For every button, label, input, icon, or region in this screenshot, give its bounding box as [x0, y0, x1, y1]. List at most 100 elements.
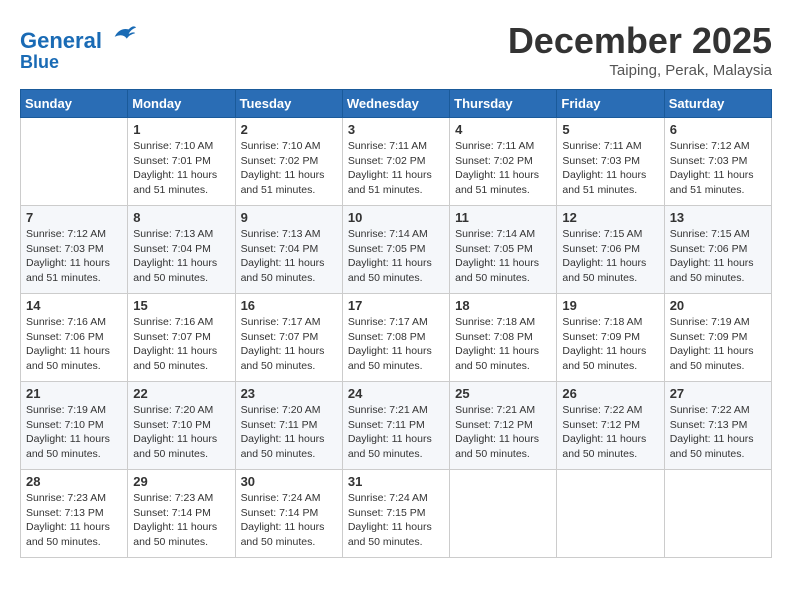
- day-info: Sunrise: 7:21 AMSunset: 7:12 PMDaylight:…: [455, 403, 551, 462]
- day-number: 6: [670, 122, 766, 137]
- day-info: Sunrise: 7:17 AMSunset: 7:08 PMDaylight:…: [348, 315, 444, 374]
- calendar-cell: 14 Sunrise: 7:16 AMSunset: 7:06 PMDayligh…: [21, 294, 128, 382]
- calendar-cell: 16 Sunrise: 7:17 AMSunset: 7:07 PMDayligh…: [235, 294, 342, 382]
- calendar-cell: 9 Sunrise: 7:13 AMSunset: 7:04 PMDaylight…: [235, 206, 342, 294]
- day-info: Sunrise: 7:12 AMSunset: 7:03 PMDaylight:…: [670, 139, 766, 198]
- calendar-header-row: SundayMondayTuesdayWednesdayThursdayFrid…: [21, 90, 772, 118]
- calendar-week-row: 1 Sunrise: 7:10 AMSunset: 7:01 PMDaylight…: [21, 118, 772, 206]
- day-info: Sunrise: 7:22 AMSunset: 7:13 PMDaylight:…: [670, 403, 766, 462]
- day-info: Sunrise: 7:12 AMSunset: 7:03 PMDaylight:…: [26, 227, 122, 286]
- calendar-cell: 15 Sunrise: 7:16 AMSunset: 7:07 PMDayligh…: [128, 294, 235, 382]
- day-info: Sunrise: 7:24 AMSunset: 7:14 PMDaylight:…: [241, 491, 337, 550]
- day-info: Sunrise: 7:13 AMSunset: 7:04 PMDaylight:…: [133, 227, 229, 286]
- day-info: Sunrise: 7:11 AMSunset: 7:02 PMDaylight:…: [455, 139, 551, 198]
- calendar-header-thursday: Thursday: [450, 90, 557, 118]
- day-number: 11: [455, 210, 551, 225]
- day-info: Sunrise: 7:20 AMSunset: 7:11 PMDaylight:…: [241, 403, 337, 462]
- calendar-cell: 30Sunrise: 7:24 AMSunset: 7:14 PMDayligh…: [235, 470, 342, 558]
- day-number: 31: [348, 474, 444, 489]
- day-info: Sunrise: 7:24 AMSunset: 7:15 PMDaylight:…: [348, 491, 444, 550]
- calendar-cell: 29Sunrise: 7:23 AMSunset: 7:14 PMDayligh…: [128, 470, 235, 558]
- day-number: 26: [562, 386, 658, 401]
- calendar-header-friday: Friday: [557, 90, 664, 118]
- location: Taiping, Perak, Malaysia: [508, 62, 772, 79]
- calendar-cell: 17Sunrise: 7:17 AMSunset: 7:08 PMDayligh…: [342, 294, 449, 382]
- calendar-cell: 11 Sunrise: 7:14 AMSunset: 7:05 PMDayligh…: [450, 206, 557, 294]
- calendar-cell: 23 Sunrise: 7:20 AMSunset: 7:11 PMDayligh…: [235, 382, 342, 470]
- logo-text: General: [20, 20, 138, 53]
- calendar-cell: 27Sunrise: 7:22 AMSunset: 7:13 PMDayligh…: [664, 382, 771, 470]
- day-info: Sunrise: 7:11 AMSunset: 7:03 PMDaylight:…: [562, 139, 658, 198]
- calendar-cell: 6 Sunrise: 7:12 AMSunset: 7:03 PMDaylight…: [664, 118, 771, 206]
- day-number: 5: [562, 122, 658, 137]
- day-info: Sunrise: 7:10 AMSunset: 7:02 PMDaylight:…: [241, 139, 337, 198]
- logo: General Blue: [20, 20, 138, 73]
- calendar-cell: 31 Sunrise: 7:24 AMSunset: 7:15 PMDayligh…: [342, 470, 449, 558]
- calendar-header-saturday: Saturday: [664, 90, 771, 118]
- calendar-header-monday: Monday: [128, 90, 235, 118]
- day-number: 10: [348, 210, 444, 225]
- day-info: Sunrise: 7:18 AMSunset: 7:08 PMDaylight:…: [455, 315, 551, 374]
- calendar-cell: [557, 470, 664, 558]
- day-number: 12: [562, 210, 658, 225]
- calendar-header-wednesday: Wednesday: [342, 90, 449, 118]
- day-info: Sunrise: 7:16 AMSunset: 7:06 PMDaylight:…: [26, 315, 122, 374]
- calendar-cell: 8Sunrise: 7:13 AMSunset: 7:04 PMDaylight…: [128, 206, 235, 294]
- day-number: 22: [133, 386, 229, 401]
- day-number: 14: [26, 298, 122, 313]
- calendar-cell: [21, 118, 128, 206]
- calendar-week-row: 7Sunrise: 7:12 AMSunset: 7:03 PMDaylight…: [21, 206, 772, 294]
- calendar-cell: 5 Sunrise: 7:11 AMSunset: 7:03 PMDaylight…: [557, 118, 664, 206]
- calendar-cell: 2 Sunrise: 7:10 AMSunset: 7:02 PMDaylight…: [235, 118, 342, 206]
- calendar-cell: 26 Sunrise: 7:22 AMSunset: 7:12 PMDayligh…: [557, 382, 664, 470]
- calendar-cell: 20Sunrise: 7:19 AMSunset: 7:09 PMDayligh…: [664, 294, 771, 382]
- day-info: Sunrise: 7:13 AMSunset: 7:04 PMDaylight:…: [241, 227, 337, 286]
- day-info: Sunrise: 7:20 AMSunset: 7:10 PMDaylight:…: [133, 403, 229, 462]
- calendar-cell: 19 Sunrise: 7:18 AMSunset: 7:09 PMDayligh…: [557, 294, 664, 382]
- calendar-cell: [664, 470, 771, 558]
- calendar-header-sunday: Sunday: [21, 90, 128, 118]
- day-number: 21: [26, 386, 122, 401]
- title-block: December 2025 Taiping, Perak, Malaysia: [508, 20, 772, 79]
- calendar-cell: 10Sunrise: 7:14 AMSunset: 7:05 PMDayligh…: [342, 206, 449, 294]
- day-number: 2: [241, 122, 337, 137]
- day-number: 1: [133, 122, 229, 137]
- day-number: 16: [241, 298, 337, 313]
- calendar-cell: 28Sunrise: 7:23 AMSunset: 7:13 PMDayligh…: [21, 470, 128, 558]
- calendar-cell: 12 Sunrise: 7:15 AMSunset: 7:06 PMDayligh…: [557, 206, 664, 294]
- calendar-cell: 25Sunrise: 7:21 AMSunset: 7:12 PMDayligh…: [450, 382, 557, 470]
- day-number: 19: [562, 298, 658, 313]
- calendar-cell: 3Sunrise: 7:11 AMSunset: 7:02 PMDaylight…: [342, 118, 449, 206]
- day-info: Sunrise: 7:15 AMSunset: 7:06 PMDaylight:…: [562, 227, 658, 286]
- day-number: 28: [26, 474, 122, 489]
- calendar-cell: [450, 470, 557, 558]
- calendar-table: SundayMondayTuesdayWednesdayThursdayFrid…: [20, 89, 772, 558]
- logo-bird-icon: [110, 20, 138, 48]
- day-number: 18: [455, 298, 551, 313]
- calendar-week-row: 14 Sunrise: 7:16 AMSunset: 7:06 PMDayligh…: [21, 294, 772, 382]
- calendar-cell: 7Sunrise: 7:12 AMSunset: 7:03 PMDaylight…: [21, 206, 128, 294]
- calendar-cell: 21 Sunrise: 7:19 AMSunset: 7:10 PMDayligh…: [21, 382, 128, 470]
- day-info: Sunrise: 7:14 AMSunset: 7:05 PMDaylight:…: [455, 227, 551, 286]
- day-number: 9: [241, 210, 337, 225]
- day-info: Sunrise: 7:18 AMSunset: 7:09 PMDaylight:…: [562, 315, 658, 374]
- day-info: Sunrise: 7:11 AMSunset: 7:02 PMDaylight:…: [348, 139, 444, 198]
- day-number: 13: [670, 210, 766, 225]
- day-info: Sunrise: 7:10 AMSunset: 7:01 PMDaylight:…: [133, 139, 229, 198]
- day-info: Sunrise: 7:22 AMSunset: 7:12 PMDaylight:…: [562, 403, 658, 462]
- day-info: Sunrise: 7:19 AMSunset: 7:10 PMDaylight:…: [26, 403, 122, 462]
- calendar-week-row: 21 Sunrise: 7:19 AMSunset: 7:10 PMDayligh…: [21, 382, 772, 470]
- calendar-cell: 4Sunrise: 7:11 AMSunset: 7:02 PMDaylight…: [450, 118, 557, 206]
- calendar-header-tuesday: Tuesday: [235, 90, 342, 118]
- day-info: Sunrise: 7:17 AMSunset: 7:07 PMDaylight:…: [241, 315, 337, 374]
- day-number: 23: [241, 386, 337, 401]
- calendar-week-row: 28Sunrise: 7:23 AMSunset: 7:13 PMDayligh…: [21, 470, 772, 558]
- day-number: 15: [133, 298, 229, 313]
- calendar-cell: 1 Sunrise: 7:10 AMSunset: 7:01 PMDaylight…: [128, 118, 235, 206]
- day-info: Sunrise: 7:21 AMSunset: 7:11 PMDaylight:…: [348, 403, 444, 462]
- calendar-cell: 24Sunrise: 7:21 AMSunset: 7:11 PMDayligh…: [342, 382, 449, 470]
- calendar-cell: 22 Sunrise: 7:20 AMSunset: 7:10 PMDayligh…: [128, 382, 235, 470]
- day-info: Sunrise: 7:19 AMSunset: 7:09 PMDaylight:…: [670, 315, 766, 374]
- day-info: Sunrise: 7:16 AMSunset: 7:07 PMDaylight:…: [133, 315, 229, 374]
- month-title: December 2025: [508, 20, 772, 62]
